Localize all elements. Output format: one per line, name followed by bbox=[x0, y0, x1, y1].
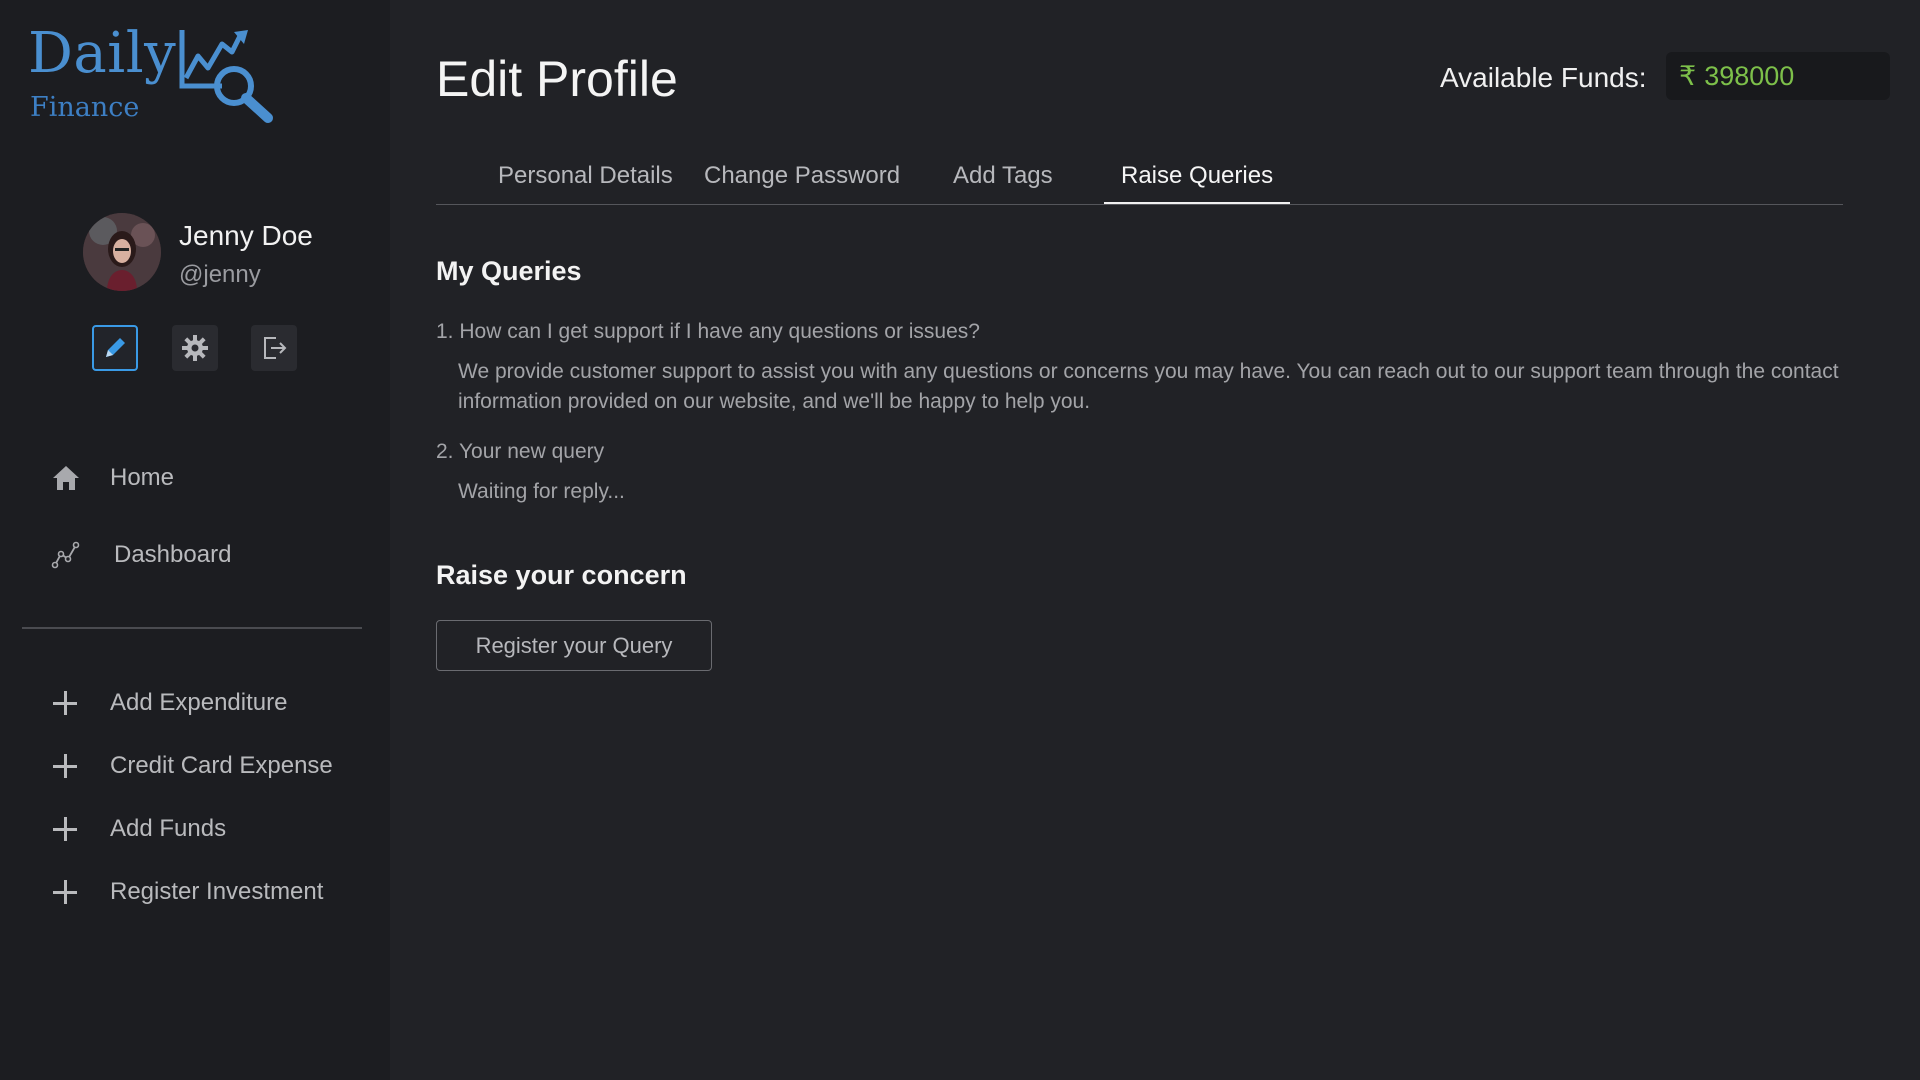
plus-icon bbox=[50, 688, 80, 718]
plus-icon bbox=[50, 751, 80, 781]
brand-logo[interactable]: Daily Finance bbox=[28, 26, 278, 126]
profile-tabs: Personal Details Change Password Add Tag… bbox=[436, 150, 1843, 205]
available-funds-label: Available Funds: bbox=[1440, 62, 1647, 93]
brand-name-bottom: Finance bbox=[30, 92, 140, 123]
edit-profile-button[interactable] bbox=[92, 325, 138, 371]
avatar[interactable] bbox=[83, 213, 161, 291]
add-funds-label: Add Funds bbox=[110, 815, 227, 842]
tab-raise-queries[interactable]: Raise Queries bbox=[1104, 150, 1291, 204]
add-expenditure-button[interactable]: Add Expenditure bbox=[50, 683, 370, 723]
nav-dashboard-label: Dashboard bbox=[114, 541, 232, 568]
gear-icon bbox=[182, 335, 208, 361]
plus-icon bbox=[50, 877, 80, 907]
logout-icon bbox=[264, 337, 287, 359]
credit-card-expense-label: Credit Card Expense bbox=[110, 752, 333, 779]
register-query-button[interactable]: Register your Query bbox=[436, 620, 712, 671]
settings-button[interactable] bbox=[172, 325, 218, 371]
register-investment-button[interactable]: Register Investment bbox=[50, 872, 370, 912]
page-title: Edit Profile bbox=[436, 51, 678, 107]
home-icon bbox=[50, 462, 82, 494]
nav-dashboard[interactable]: Dashboard bbox=[50, 535, 350, 575]
query-question: 2. Your new query bbox=[436, 440, 605, 463]
query-answer: We provide customer support to assist yo… bbox=[458, 360, 1839, 413]
nav-home[interactable]: Home bbox=[50, 458, 350, 498]
logout-button[interactable] bbox=[251, 325, 297, 371]
sidebar: Daily Finance Jenny Doe @jenny Home Dash… bbox=[0, 0, 390, 1080]
add-funds-button[interactable]: Add Funds bbox=[50, 809, 370, 849]
user-name: Jenny Doe bbox=[179, 220, 313, 251]
available-funds-value: ₹ 398000 bbox=[1666, 52, 1890, 100]
nav-home-label: Home bbox=[110, 464, 175, 491]
my-queries-heading: My Queries bbox=[436, 256, 582, 286]
credit-card-expense-button[interactable]: Credit Card Expense bbox=[50, 746, 370, 786]
brand-name-top: Daily bbox=[28, 21, 177, 86]
avatar-image bbox=[83, 213, 161, 291]
app-root: Daily Finance Jenny Doe @jenny Home Dash… bbox=[0, 0, 1920, 1080]
pencil-icon bbox=[106, 338, 125, 357]
funds-amount: 398000 bbox=[1704, 60, 1795, 91]
query-question: 1. How can I get support if I have any q… bbox=[436, 320, 980, 343]
register-investment-label: Register Investment bbox=[110, 878, 324, 905]
tab-change-password[interactable]: Change Password bbox=[687, 150, 917, 204]
tab-add-tags[interactable]: Add Tags bbox=[936, 150, 1070, 204]
query-answer: Waiting for reply... bbox=[458, 480, 625, 503]
plus-icon bbox=[50, 814, 80, 844]
rupee-symbol: ₹ bbox=[1679, 60, 1697, 91]
tab-personal-details[interactable]: Personal Details bbox=[481, 150, 690, 204]
line-chart-icon bbox=[50, 539, 82, 571]
raise-concern-heading: Raise your concern bbox=[436, 560, 687, 590]
sidebar-divider bbox=[22, 627, 362, 629]
user-handle: @jenny bbox=[179, 261, 261, 288]
chart-magnifier-icon bbox=[179, 30, 273, 123]
add-expenditure-label: Add Expenditure bbox=[110, 689, 288, 716]
